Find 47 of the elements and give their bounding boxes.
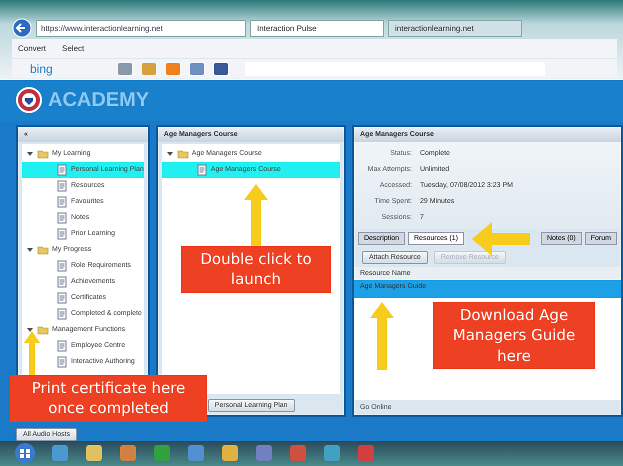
pointer-arrow	[244, 184, 268, 246]
taskbar-app-icon	[288, 443, 308, 464]
toolbar-icon	[116, 62, 133, 76]
taskbar-app-icon	[84, 443, 104, 464]
taskbar-app-icon	[152, 443, 172, 464]
browser-tab[interactable]: Interaction Pulse	[250, 20, 384, 36]
document-icon	[56, 228, 68, 240]
folder-icon	[37, 244, 49, 256]
pointer-arrow	[370, 302, 394, 370]
taskbar-app-icon	[322, 443, 342, 464]
taskbar-app-icon	[186, 443, 206, 464]
document-icon	[56, 196, 68, 208]
callout-label: Double click to launch	[181, 246, 331, 292]
callout-label: Print certificate here once completed	[10, 375, 207, 422]
callout-label: Download Age Managers Guide here	[433, 302, 595, 369]
taskbar-app-icon	[50, 443, 70, 464]
toolbar-icon	[164, 62, 181, 76]
back-icon	[12, 18, 32, 38]
toolbar-link[interactable]: Select	[56, 44, 90, 53]
toolbar-link[interactable]: Convert	[12, 44, 52, 53]
document-icon	[56, 276, 68, 288]
browser-tab[interactable]: interactionlearning.net	[388, 20, 522, 36]
document-icon	[56, 340, 68, 352]
document-icon	[56, 356, 68, 368]
document-icon	[56, 292, 68, 304]
document-icon	[56, 180, 68, 192]
document-icon	[56, 164, 68, 176]
document-icon	[56, 260, 68, 272]
toolbar-icon	[212, 62, 229, 76]
folder-icon	[37, 324, 49, 336]
pointer-arrow	[24, 331, 40, 375]
taskbar-app-icon	[118, 443, 138, 464]
document-icon	[56, 212, 68, 224]
toolbar-icon	[140, 62, 157, 76]
folder-icon	[37, 148, 49, 160]
taskbar-app-icon	[356, 443, 376, 464]
search-brand: bing	[29, 62, 54, 76]
document-icon	[196, 164, 208, 176]
document-icon	[56, 308, 68, 320]
taskbar-app-icon	[220, 443, 240, 464]
pointer-arrow	[472, 222, 530, 256]
logo-text: ACADEMY	[48, 88, 150, 112]
start-icon	[14, 442, 36, 464]
logo-icon	[16, 87, 42, 114]
address-bar[interactable]: https://www.interactionlearning.net	[36, 20, 246, 36]
toolbar-icon	[188, 62, 205, 76]
taskbar-app-icon	[254, 443, 274, 464]
